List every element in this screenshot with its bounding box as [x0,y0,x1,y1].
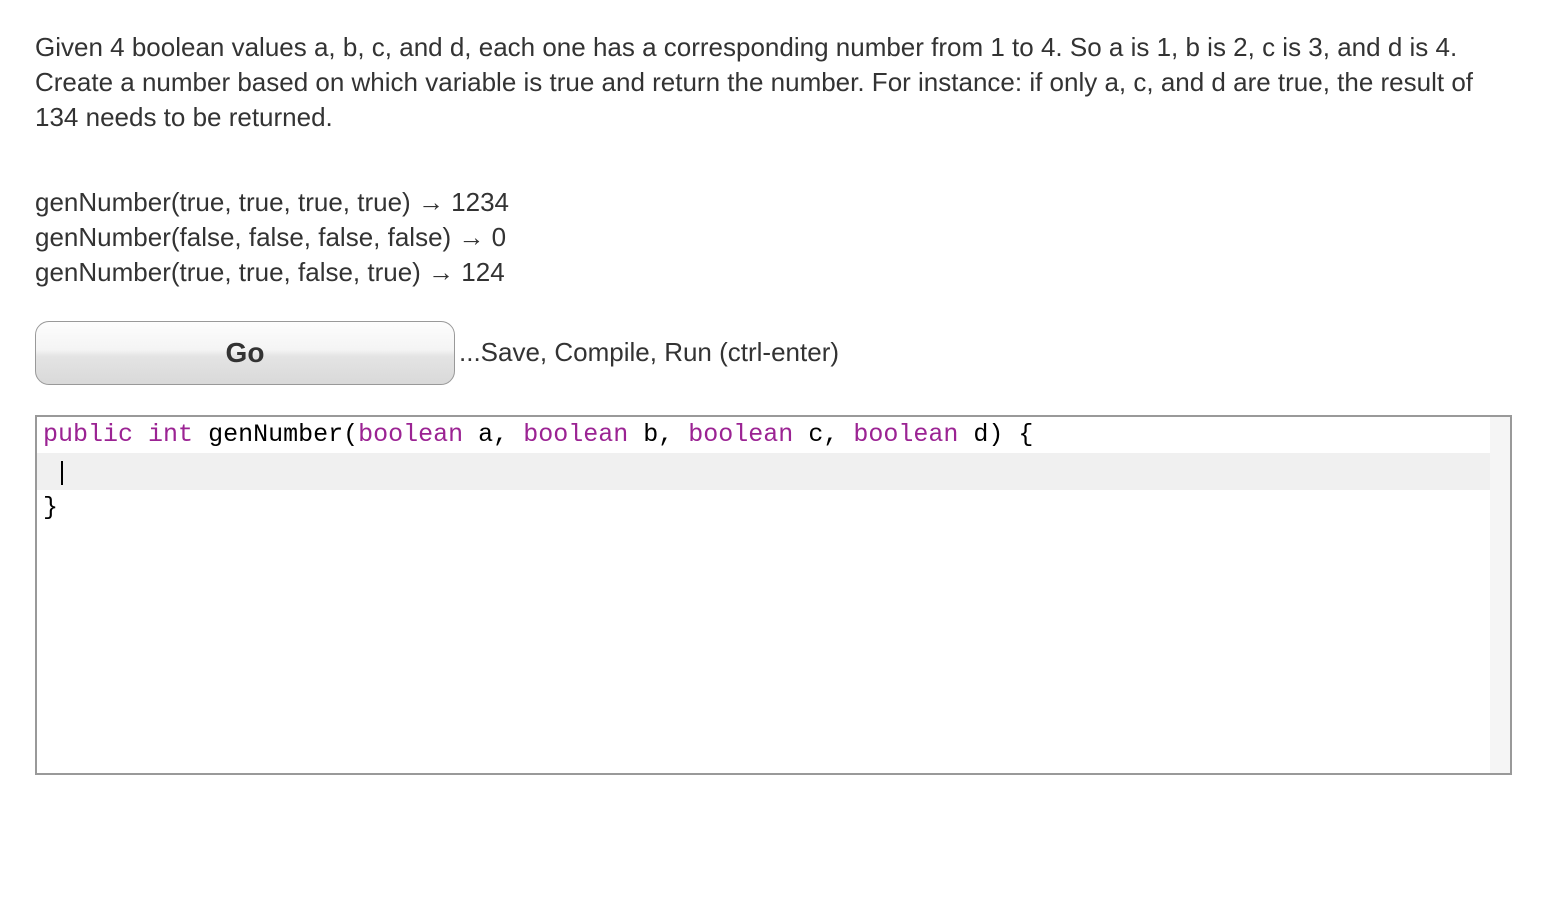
rparen-brace: ) { [988,420,1033,449]
examples-block: genNumber(true, true, true, true) → 1234… [35,185,1512,290]
code-line[interactable]: } [37,490,1510,527]
keyword-boolean: boolean [853,420,958,449]
keyword-boolean: boolean [358,420,463,449]
hint-text: ...Save, Compile, Run (ctrl-enter) [459,337,839,368]
close-brace: } [43,493,58,522]
go-button[interactable]: Go [35,321,455,385]
param-d: d [973,420,988,449]
keyword-boolean: boolean [688,420,793,449]
param-c: c [808,420,823,449]
keyword-public: public [43,420,133,449]
text-cursor [61,461,63,485]
param-a: a [478,420,493,449]
keyword-int: int [148,420,193,449]
problem-description: Given 4 boolean values a, b, c, and d, e… [35,30,1505,135]
comma: , [493,420,523,449]
comma: , [823,420,853,449]
code-editor[interactable]: public int genNumber(boolean a, boolean … [35,415,1512,775]
code-line-active[interactable] [37,453,1510,490]
controls-row: Go ...Save, Compile, Run (ctrl-enter) [35,321,1512,385]
keyword-boolean: boolean [523,420,628,449]
code-line[interactable]: public int genNumber(boolean a, boolean … [37,417,1510,454]
example-line: genNumber(false, false, false, false) → … [35,220,1512,255]
example-line: genNumber(true, true, true, true) → 1234 [35,185,1512,220]
scrollbar-vertical[interactable] [1490,417,1510,773]
comma: , [658,420,688,449]
function-name: genNumber [208,420,343,449]
example-line: genNumber(true, true, false, true) → 124 [35,255,1512,290]
lparen: ( [343,420,358,449]
param-b: b [643,420,658,449]
